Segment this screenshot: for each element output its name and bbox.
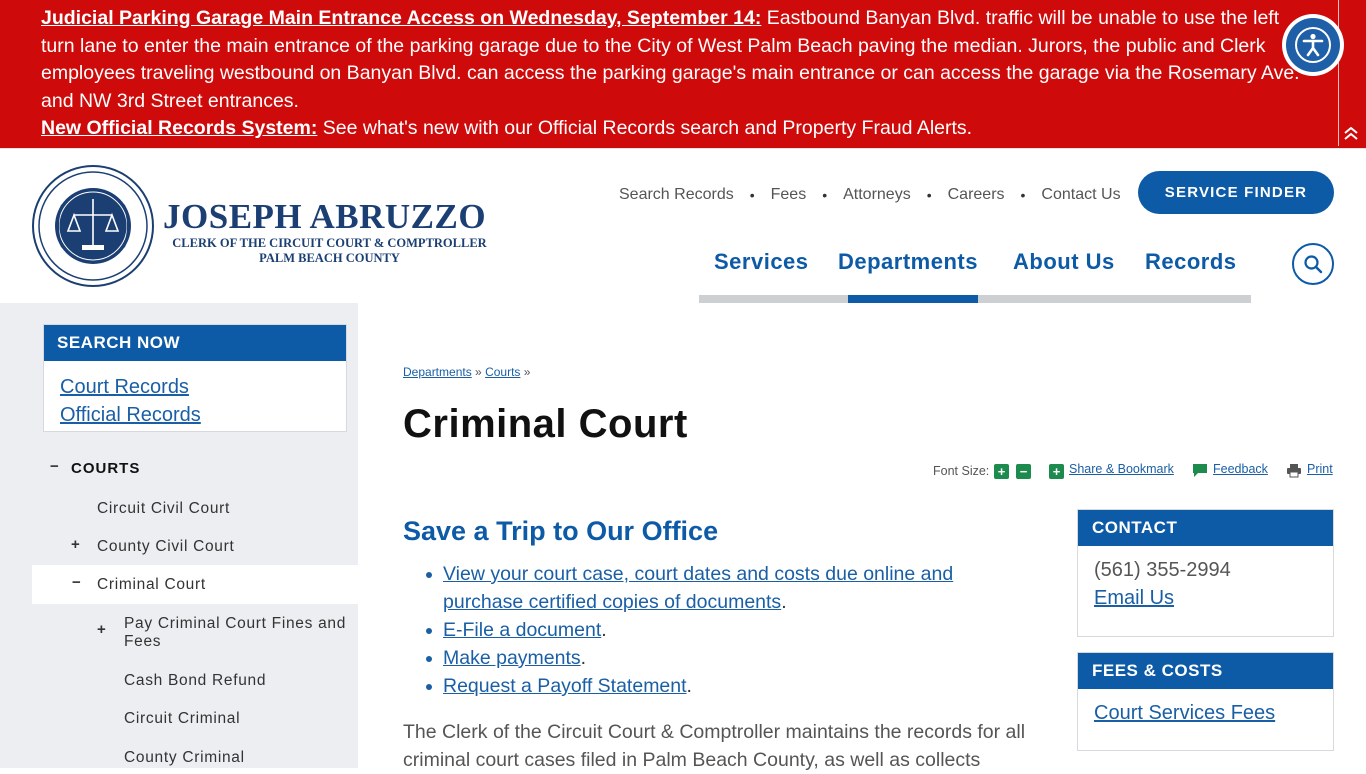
list-item: Request a Payoff Statement.: [426, 672, 1023, 700]
logo-subtitle: CLERK OF THE CIRCUIT COURT & COMPTROLLER: [172, 236, 487, 250]
clerk-seal-logo[interactable]: [32, 165, 154, 287]
view-court-case-link[interactable]: View your court case, court dates and co…: [443, 563, 953, 613]
breadcrumb: Departments » Courts »: [403, 365, 530, 379]
accessibility-button[interactable]: [1282, 14, 1344, 76]
sidebar-item-county-criminal[interactable]: County Criminal: [124, 749, 245, 767]
page-title: Criminal Court: [403, 402, 688, 446]
county-civil-expand-toggle[interactable]: +: [71, 536, 80, 553]
fees-costs-title: FEES & COSTS: [1078, 653, 1333, 689]
alert-banner: Judicial Parking Garage Main Entrance Ac…: [0, 0, 1366, 148]
alert-link-official-records[interactable]: New Official Records System:: [41, 117, 317, 139]
contact-phone: (561) 355-2994: [1094, 559, 1231, 581]
site-header: JOSEPH ABRUZZO CLERK OF THE CIRCUIT COUR…: [0, 148, 1366, 303]
nav-item-services[interactable]: Services: [714, 249, 809, 275]
contact-title: CONTACT: [1078, 510, 1333, 546]
alert-body-official-records: See what's new with our Official Records…: [317, 117, 973, 139]
service-finder-button[interactable]: SERVICE FINDER: [1138, 171, 1334, 214]
util-link-search-records[interactable]: Search Records: [619, 186, 734, 204]
email-us-link[interactable]: Email Us: [1094, 584, 1333, 612]
nav-item-about-us[interactable]: About Us: [1013, 249, 1115, 275]
logo-name[interactable]: JOSEPH ABRUZZO: [163, 198, 486, 236]
share-bookmark-link[interactable]: Share & Bookmark: [1069, 462, 1174, 476]
save-trip-list: View your court case, court dates and co…: [426, 560, 1023, 700]
contact-box: CONTACT (561) 355-2994 Email Us: [1077, 509, 1334, 637]
efile-document-link[interactable]: E-File a document: [443, 619, 601, 641]
collapse-alert-icon[interactable]: [1341, 124, 1361, 142]
search-now-title: SEARCH NOW: [44, 325, 346, 361]
list-item: E-File a document.: [426, 616, 1023, 644]
nav-item-records[interactable]: Records: [1145, 249, 1237, 275]
accessibility-icon: [1286, 18, 1340, 72]
util-link-contact-us[interactable]: Contact Us: [1041, 186, 1120, 204]
sidebar-item-cash-bond-refund[interactable]: Cash Bond Refund: [124, 672, 266, 690]
breadcrumb-separator: »: [475, 365, 482, 379]
criminal-court-collapse-toggle[interactable]: −: [72, 574, 81, 591]
logo-county: PALM BEACH COUNTY: [259, 251, 400, 265]
sidebar-item-pay-fines[interactable]: Pay Criminal Court Fines and Fees: [124, 615, 349, 651]
sidebar-item-circuit-criminal[interactable]: Circuit Criminal: [124, 710, 240, 728]
font-increase-icon[interactable]: +: [994, 464, 1009, 479]
nav-underline-active: [848, 295, 978, 303]
utility-nav: Search Records • Fees • Attorneys • Care…: [619, 186, 1121, 204]
util-separator: •: [926, 187, 932, 203]
util-link-fees[interactable]: Fees: [771, 186, 807, 204]
list-item: View your court case, court dates and co…: [426, 560, 1023, 616]
feedback-icon: [1193, 464, 1207, 477]
official-records-link[interactable]: Official Records: [60, 401, 346, 429]
search-icon: [1304, 255, 1323, 274]
util-separator: •: [749, 187, 755, 203]
payoff-statement-link[interactable]: Request a Payoff Statement: [443, 675, 687, 697]
intro-paragraph: The Clerk of the Circuit Court & Comptro…: [403, 721, 1026, 771]
court-records-link[interactable]: Court Records: [60, 373, 346, 401]
alert-divider: [1338, 0, 1339, 146]
util-link-attorneys[interactable]: Attorneys: [843, 186, 911, 204]
breadcrumb-courts[interactable]: Courts: [485, 365, 520, 379]
print-link[interactable]: Print: [1307, 462, 1333, 476]
font-size-label: Font Size:: [933, 464, 990, 478]
list-item: Make payments.: [426, 644, 1023, 672]
font-decrease-icon[interactable]: −: [1016, 464, 1031, 479]
share-plus-icon: +: [1049, 464, 1064, 479]
make-payments-link[interactable]: Make payments: [443, 647, 581, 669]
sidebar-item-circuit-civil[interactable]: Circuit Civil Court: [97, 500, 230, 518]
alert-link-parking[interactable]: Judicial Parking Garage Main Entrance Ac…: [41, 7, 761, 29]
site-search-button[interactable]: [1292, 243, 1334, 285]
court-services-fees-link[interactable]: Court Services Fees: [1094, 699, 1333, 727]
util-link-careers[interactable]: Careers: [948, 186, 1005, 204]
fees-costs-box: FEES & COSTS Court Services Fees: [1077, 652, 1334, 751]
sidebar: SEARCH NOW Court Records Official Record…: [0, 303, 358, 768]
courts-collapse-toggle[interactable]: −: [50, 458, 59, 475]
util-separator: •: [822, 187, 828, 203]
sidebar-item-county-civil[interactable]: County Civil Court: [97, 538, 235, 556]
feedback-link[interactable]: Feedback: [1213, 462, 1268, 476]
alert-text: Judicial Parking Garage Main Entrance Ac…: [41, 5, 1301, 143]
sidebar-item-criminal-court[interactable]: Criminal Court: [97, 576, 206, 594]
sidebar-section-courts[interactable]: COURTS: [71, 460, 140, 477]
breadcrumb-departments[interactable]: Departments: [403, 365, 472, 379]
search-now-box: SEARCH NOW Court Records Official Record…: [43, 324, 347, 432]
print-icon: [1287, 464, 1301, 478]
section-title-save-trip: Save a Trip to Our Office: [403, 516, 719, 546]
util-separator: •: [1020, 187, 1026, 203]
nav-item-departments[interactable]: Departments: [838, 249, 978, 275]
pay-fines-expand-toggle[interactable]: +: [97, 621, 106, 638]
breadcrumb-separator: »: [523, 365, 531, 379]
